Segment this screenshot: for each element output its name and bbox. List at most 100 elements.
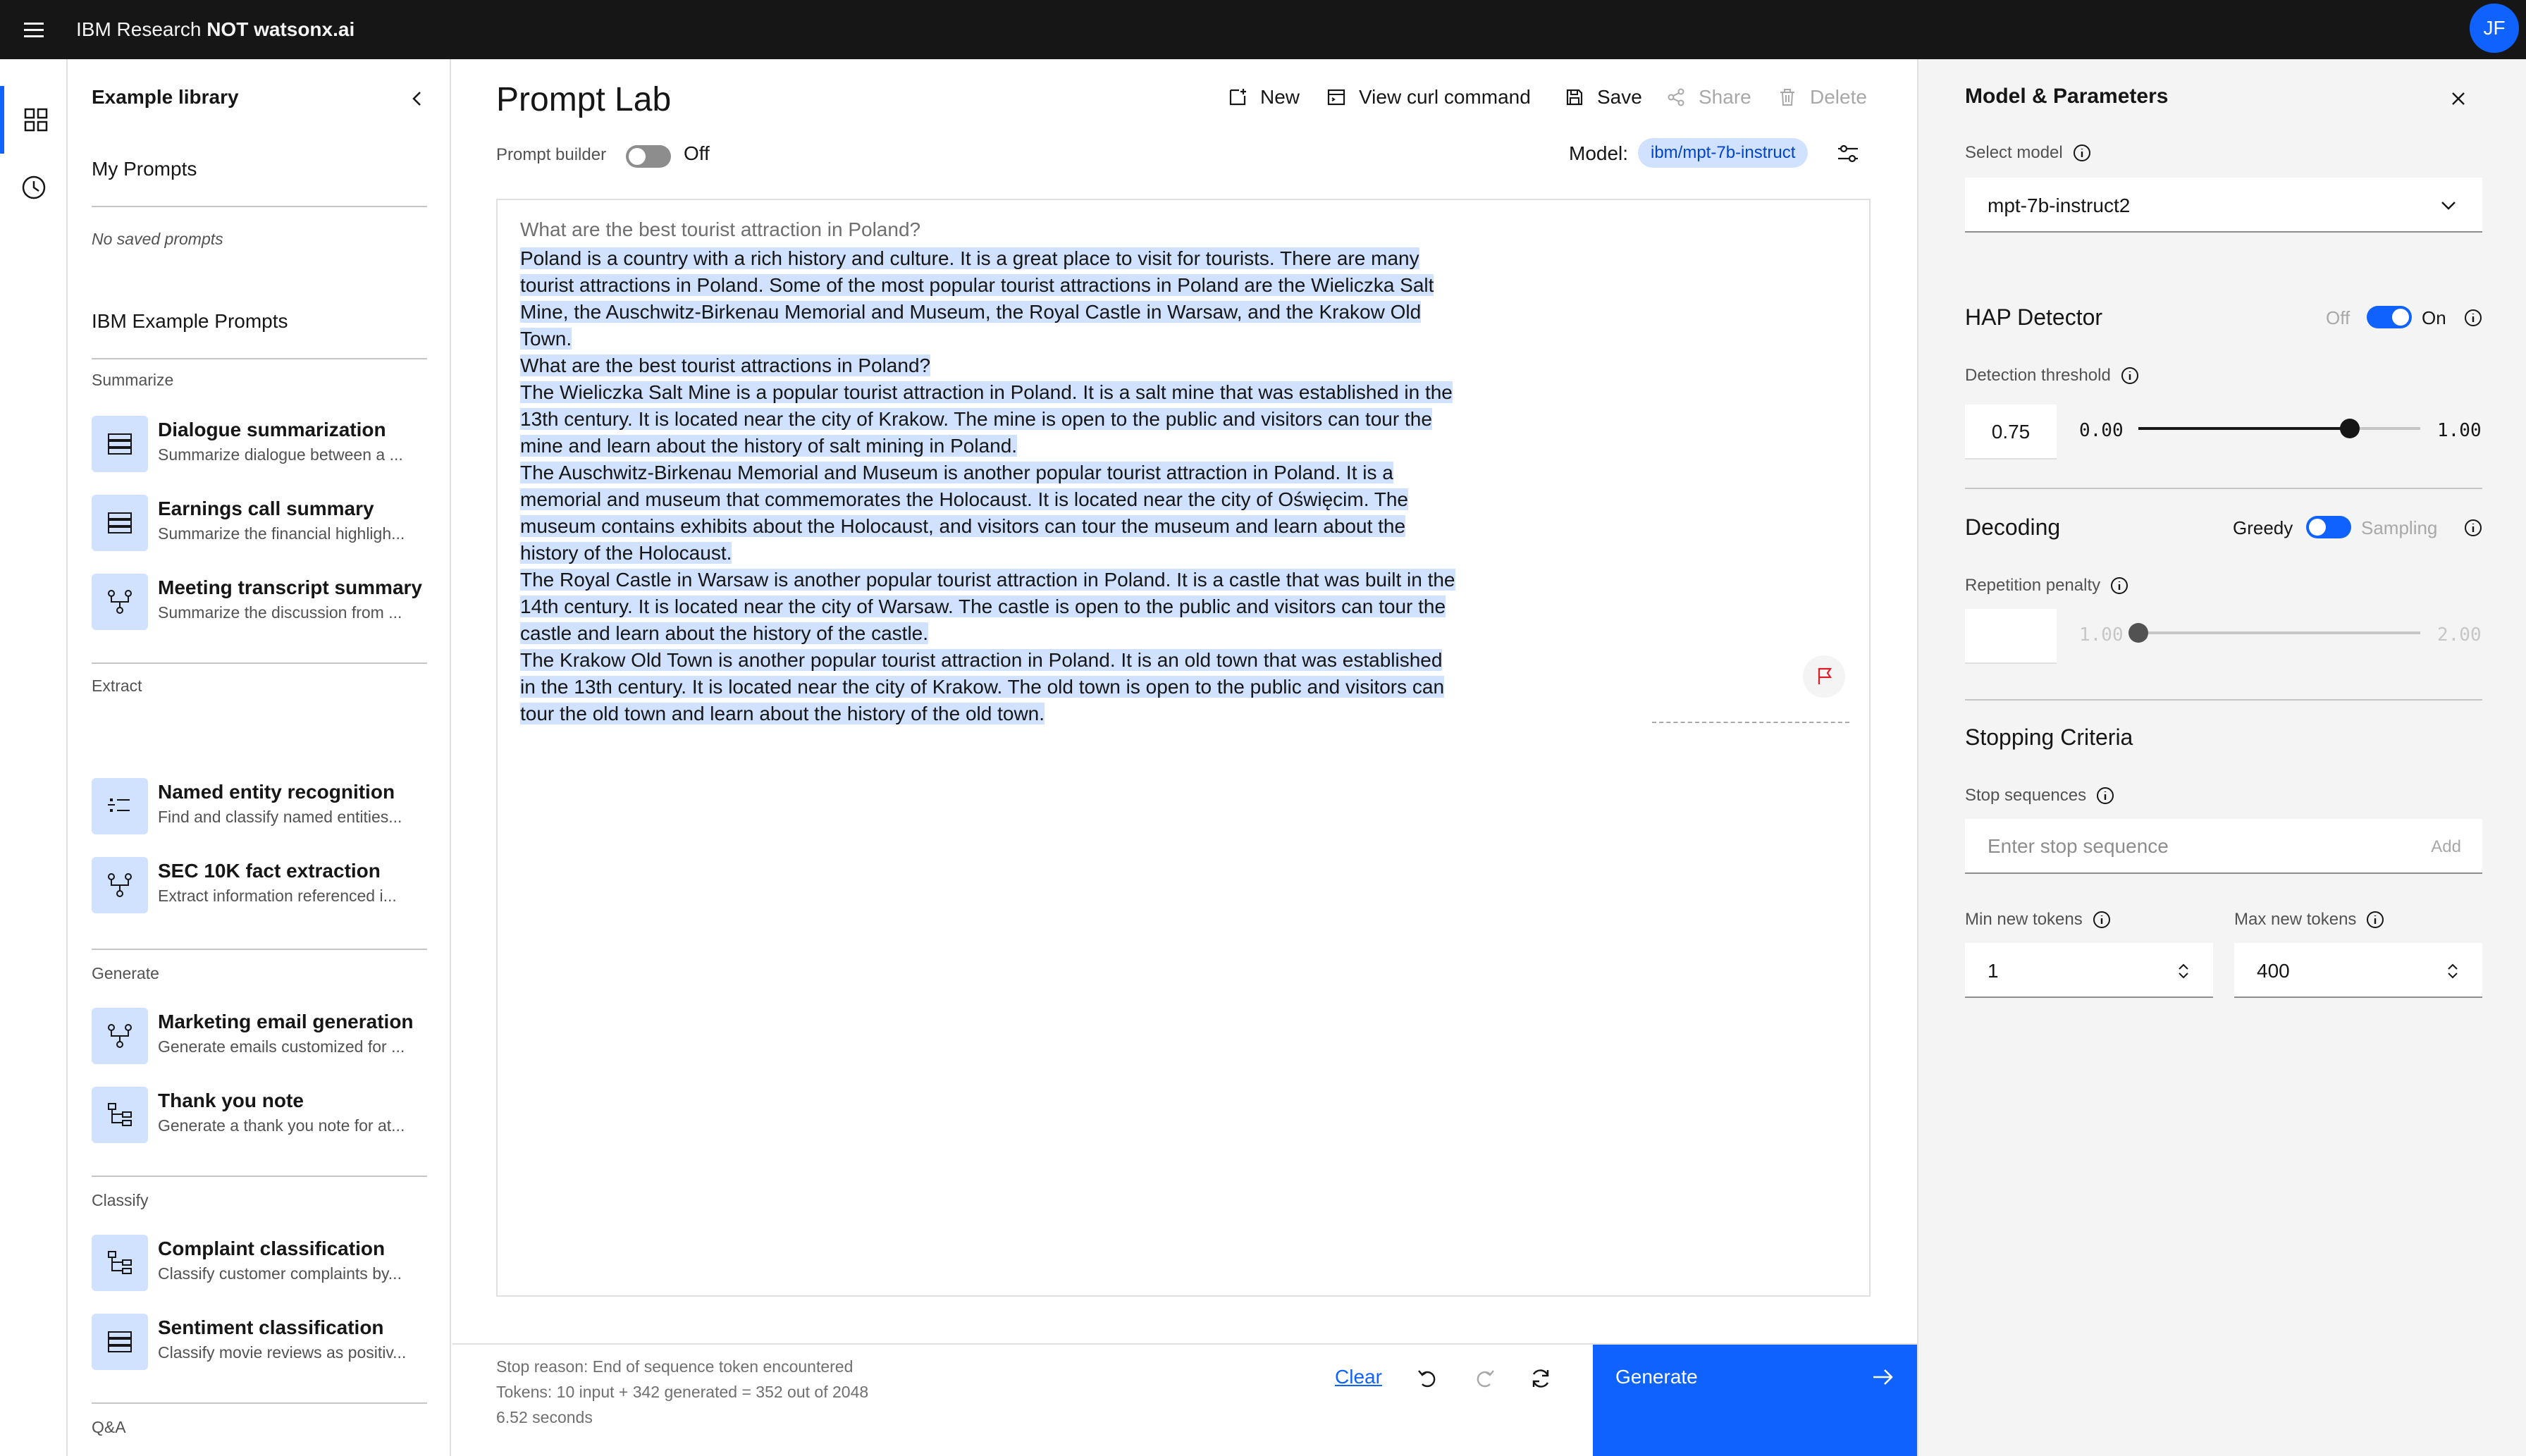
generated-line: Mine, the Auschwitz-Birkenau Memorial an… [520,301,1422,323]
example-card-sec-10k-fact-extraction[interactable]: SEC 10K fact extraction Extract informat… [92,857,427,919]
decoding-toggle[interactable] [2306,516,2351,538]
stop-sequence-input[interactable] [1988,819,2382,874]
generated-line: tourist attractions in Poland. Some of t… [520,274,1434,296]
flag-icon[interactable] [1803,655,1845,698]
app-brand[interactable]: IBM Research NOT watsonx.ai [76,0,355,59]
redo-icon[interactable] [1470,1364,1498,1393]
model-tag[interactable]: ibm/mpt-7b-instruct [1638,138,1809,168]
chevron-left-icon[interactable] [405,86,430,111]
add-stop-button[interactable]: Add [2431,837,2461,857]
generated-line: in the 13th century. It is located near … [520,676,1445,698]
prompt-builder-label: Prompt builder [496,145,607,164]
user-avatar[interactable]: JF [2470,4,2519,53]
example-card-earnings-call-summary[interactable]: Earnings call summary Summarize the fina… [92,495,427,557]
info-icon[interactable] [2365,909,2386,930]
generate-button[interactable]: Generate [1593,1345,1917,1456]
hap-toggle[interactable] [2367,306,2412,328]
category-qa: Q&A [92,1418,126,1436]
info-icon[interactable] [2119,365,2140,386]
generated-line: Town. [520,328,572,350]
generation-footer: Stop reason: End of sequence token encou… [452,1343,1917,1456]
generated-output[interactable]: Poland is a country with a rich history … [520,245,1535,727]
code-window-icon [1327,89,1345,106]
card-description: Generate emails customized for ... [158,1037,405,1056]
greedy-label: Greedy [2233,517,2293,538]
card-description: Extract information referenced i... [158,887,397,905]
penalty-slider-track[interactable] [2138,631,2420,634]
stop-sequence-field[interactable]: Add [1965,819,2482,874]
panel-title: Model & Parameters [1965,85,2169,108]
refresh-icon[interactable] [1527,1364,1555,1393]
repetition-penalty-input[interactable] [1965,609,2057,664]
card-title: Complaint classification [158,1238,386,1259]
info-icon[interactable] [2109,575,2130,596]
view-curl-button[interactable]: View curl command [1325,82,1531,113]
chevron-down-icon [2436,193,2461,218]
generated-line: memorial and museum that commemorates th… [520,488,1408,510]
repetition-penalty-text: Repetition penalty [1965,576,2101,595]
share-icon [1668,88,1684,106]
prompt-input-text[interactable]: What are the best tourist attraction in … [520,218,920,241]
no-saved-prompts: No saved prompts [92,230,223,248]
example-card-named-entity-recognition[interactable]: Named entity recognition Find and classi… [92,778,427,840]
divider [1965,488,2482,489]
share-button[interactable]: Share [1665,82,1751,113]
min-new-tokens-text: Min new tokens [1965,910,2083,929]
max-new-tokens-input[interactable]: 400 [2234,943,2482,998]
info-icon[interactable] [2095,785,2116,806]
library-grid-icon[interactable] [0,86,68,154]
card-description: Generate a thank you note for at... [158,1116,405,1135]
threshold-slider-track[interactable] [2138,427,2420,430]
settings-sliders-icon[interactable] [1834,140,1862,168]
card-title: Earnings call summary [158,498,374,519]
model-select-value: mpt-7b-instruct2 [1988,195,2131,216]
stepper-icon[interactable] [2444,961,2461,981]
save-button[interactable]: Save [1563,82,1642,113]
detection-threshold-text: Detection threshold [1965,366,2111,385]
prompt-builder-toggle[interactable] [626,145,671,168]
info-icon[interactable] [2463,307,2484,328]
penalty-slider-thumb[interactable] [2128,623,2148,643]
toggle-knob [629,148,646,165]
generated-line: Poland is a country with a rich history … [520,247,1419,269]
info-icon[interactable] [2071,142,2093,164]
example-card-thank-you-note[interactable]: Thank you note Generate a thank you note … [92,1087,427,1149]
stepper-icon[interactable] [2175,961,2192,981]
generated-line: history of the Holocaust. [520,542,732,564]
card-title: Dialogue summarization [158,419,386,440]
info-icon[interactable] [2463,517,2484,538]
share-label: Share [1699,86,1751,108]
example-card-meeting-transcript-summary[interactable]: Meeting transcript summary Summarize the… [92,574,427,636]
info-icon[interactable] [2091,909,2112,930]
threshold-slider-thumb[interactable] [2340,419,2360,438]
new-button[interactable]: New [1226,82,1300,113]
example-card-dialogue-summarization[interactable]: Dialogue summarization Summarize dialogu… [92,416,427,478]
generated-line: tour the old town and learn about the hi… [520,703,1045,724]
example-card-complaint-classification[interactable]: Complaint classification Classify custome… [92,1235,427,1297]
example-card-marketing-email-generation[interactable]: Marketing email generation Generate email… [92,1008,427,1070]
undo-icon[interactable] [1414,1364,1442,1393]
detection-threshold-label: Detection threshold [1965,365,2140,386]
min-new-tokens-value: 1 [1988,960,1999,982]
clear-link[interactable]: Clear [1335,1366,1382,1388]
model-label: Model: [1569,142,1629,164]
prompt-editor[interactable]: What are the best tourist attraction in … [496,199,1871,1297]
flow-icon [92,1008,148,1064]
example-card-sentiment-classification[interactable]: Sentiment classification Classify movie r… [92,1314,427,1376]
prompt-lab-main: Prompt Lab New View curl command Save Sh… [452,59,1917,1456]
stopping-criteria-heading: Stopping Criteria [1965,724,2133,750]
close-icon[interactable] [2446,86,2471,111]
history-clock-icon[interactable] [0,154,68,221]
slider-fill [2138,427,2350,430]
delete-button[interactable]: Delete [1776,82,1867,113]
min-new-tokens-input[interactable]: 1 [1965,943,2213,998]
model-select[interactable]: mpt-7b-instruct2 [1965,178,2482,233]
threshold-min: 0.00 [2079,420,2124,441]
divider [92,1176,427,1177]
model-parameters-panel: Model & Parameters Select model mpt-7b-i… [1917,59,2526,1456]
threshold-input[interactable]: 0.75 [1965,405,2057,459]
my-prompts-heading[interactable]: My Prompts [92,158,197,180]
token-count: Tokens: 10 input + 342 generated = 352 o… [496,1383,869,1401]
divider [92,1402,427,1404]
hamburger-menu-icon[interactable] [20,16,48,44]
